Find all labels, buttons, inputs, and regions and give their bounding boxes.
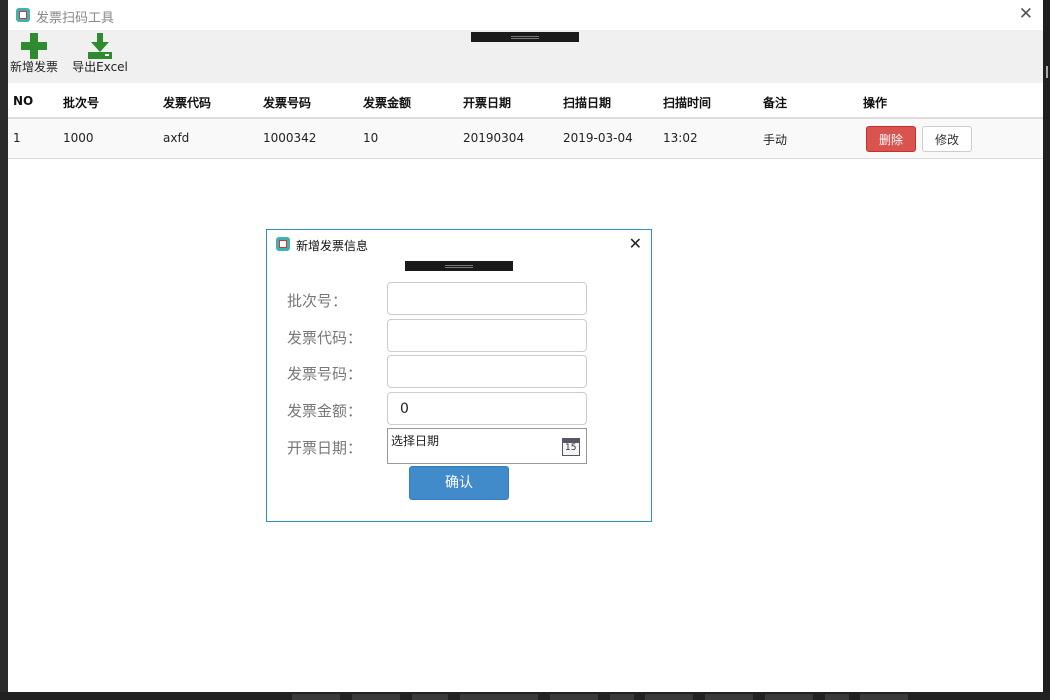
amount-label: 发票金额： bbox=[287, 402, 363, 420]
close-icon[interactable]: ✕ bbox=[1019, 6, 1033, 23]
background-strip-right bbox=[1043, 0, 1050, 700]
add-invoice-dialog: 新增发票信息 ✕ 批次号： 发票代码： 发票号码： 发票金额： 开票日期： 选择… bbox=[266, 229, 652, 522]
window-title: 发票扫码工具 bbox=[36, 11, 115, 26]
cell-no: 1 bbox=[13, 131, 21, 145]
column-header-scan-time: 扫描时间 bbox=[663, 96, 712, 110]
column-header-code: 发票代码 bbox=[163, 96, 212, 110]
cell-scan-time: 13:02 bbox=[663, 131, 698, 145]
dialog-close-icon[interactable]: ✕ bbox=[629, 236, 642, 252]
dialog-title: 新增发票信息 bbox=[296, 239, 369, 253]
date-label: 开票日期： bbox=[287, 439, 363, 457]
confirm-button[interactable]: 确认 bbox=[409, 466, 509, 500]
amount-input[interactable] bbox=[387, 392, 587, 425]
code-input[interactable] bbox=[387, 319, 587, 352]
drag-handle[interactable] bbox=[471, 32, 579, 42]
background-strip-bottom bbox=[0, 692, 1050, 700]
download-icon bbox=[88, 33, 112, 59]
number-label: 发票号码： bbox=[287, 365, 363, 383]
column-header-remark: 备注 bbox=[763, 96, 788, 110]
add-invoice-button[interactable]: 新增发票 bbox=[8, 30, 60, 83]
column-header-batch: 批次号 bbox=[63, 96, 100, 110]
cell-number: 1000342 bbox=[263, 131, 317, 145]
date-picker[interactable]: 选择日期 15 bbox=[387, 428, 587, 464]
edit-button[interactable]: 修改 bbox=[922, 126, 972, 152]
cell-amount: 10 bbox=[363, 131, 379, 145]
dialog-app-icon bbox=[276, 237, 290, 251]
cell-scan-date: 2019-03-04 bbox=[563, 131, 633, 145]
calendar-day: 15 bbox=[565, 443, 577, 453]
column-header-invoice-date: 开票日期 bbox=[463, 96, 512, 110]
column-header-amount: 发票金额 bbox=[363, 96, 412, 110]
date-placeholder: 选择日期 bbox=[391, 434, 440, 448]
cell-remark: 手动 bbox=[763, 133, 788, 147]
title-bar[interactable]: 发票扫码工具 ✕ bbox=[8, 0, 1043, 30]
column-header-no: NO bbox=[13, 94, 34, 108]
scrollbar-thumb[interactable] bbox=[1046, 66, 1048, 78]
table-row[interactable]: 1 1000 axfd 1000342 10 20190304 2019-03-… bbox=[8, 119, 1043, 159]
toolbar: 新增发票 导出Excel bbox=[8, 30, 1043, 83]
batch-input[interactable] bbox=[387, 282, 587, 315]
batch-label: 批次号： bbox=[287, 292, 348, 310]
cell-code: axfd bbox=[163, 131, 190, 145]
column-header-scan-date: 扫描日期 bbox=[563, 96, 612, 110]
cell-invoice-date: 20190304 bbox=[463, 131, 525, 145]
column-header-actions: 操作 bbox=[863, 96, 888, 110]
export-excel-label: 导出Excel bbox=[72, 60, 128, 74]
app-icon bbox=[16, 8, 30, 22]
table-header: NO 批次号 发票代码 发票号码 发票金额 开票日期 扫描日期 扫描时间 备注 … bbox=[8, 83, 1043, 119]
export-excel-button[interactable]: 导出Excel bbox=[70, 30, 130, 83]
delete-button[interactable]: 删除 bbox=[866, 126, 916, 152]
add-invoice-label: 新增发票 bbox=[9, 60, 58, 74]
plus-icon bbox=[21, 33, 47, 59]
code-label: 发票代码： bbox=[287, 329, 363, 347]
calendar-icon[interactable]: 15 bbox=[562, 438, 580, 456]
number-input[interactable] bbox=[387, 355, 587, 388]
cell-batch: 1000 bbox=[63, 131, 94, 145]
column-header-number: 发票号码 bbox=[263, 96, 312, 110]
dialog-drag-handle[interactable] bbox=[405, 261, 513, 271]
